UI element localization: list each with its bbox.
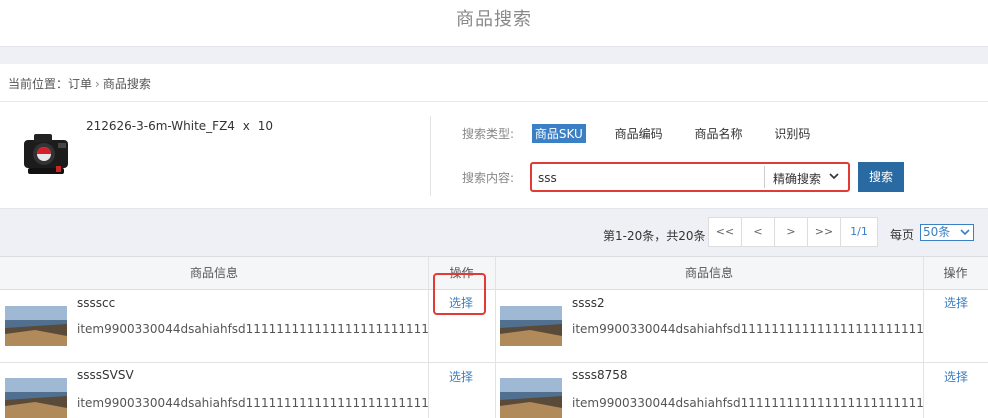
col-header-info-left: 商品信息 [0,257,428,290]
product-name-cell: ssss8758 [572,368,628,382]
product-thumbnail [5,378,67,418]
product-item-code: item9900330044dsahiahfsd1111111111111111… [77,396,429,410]
search-content-label: 搜索内容: [462,171,515,185]
search-type-label: 搜索类型: [462,127,515,141]
breadcrumb-prefix: 当前位置： [8,77,69,91]
search-box: 精确搜索 [530,162,850,192]
search-mode-value: 精确搜索 [773,172,822,186]
column-divider [495,257,496,418]
pager-first-button[interactable]: << [709,218,742,246]
search-type-group: 搜索类型: 商品SKU 商品编码 商品名称 识别码 [462,124,835,144]
per-page-label: 每页 [890,228,915,242]
search-type-code[interactable]: 商品编码 [612,124,666,143]
chevron-down-icon [829,173,839,180]
product-sku: 212626-3-6m-White_FZ4 [86,119,235,133]
product-thumbnail [5,306,67,346]
product-qty: 10 [257,119,273,133]
product-item-code: item9900330044dsahiahfsd1111111111111111… [572,396,924,410]
search-type-sku[interactable]: 商品SKU [531,124,586,143]
pager-current-page: 1/1 [850,225,868,238]
breadcrumb-item-product-search: 商品搜索 [102,77,151,91]
col-header-info-right: 商品信息 [495,257,923,290]
product-name-cell: ssss2 [572,296,605,310]
search-mode-select[interactable]: 精确搜索 [764,166,844,188]
product-qty-prefix: x [242,119,250,133]
select-link[interactable]: 选择 [449,368,473,385]
select-link[interactable]: 选择 [944,368,968,385]
product-name-cell: sssscc [77,296,116,310]
product-item-code: item9900330044dsahiahfsd1111111111111111… [77,322,429,336]
product-search-panel: 212626-3-6m-White_FZ4 x 10 搜索类型: 商品SKU 商… [0,102,988,208]
product-name: 212626-3-6m-White_FZ4 x 10 [86,119,273,133]
per-page-select[interactable]: 50条 [920,224,974,241]
search-button[interactable]: 搜索 [858,162,904,192]
search-type-identifier[interactable]: 识别码 [771,124,813,143]
product-name-cell: ssssSVSV [77,368,134,382]
product-thumbnail [500,378,562,418]
page-title: 商品搜索 [456,9,532,30]
pager: << < > >> 1/1 [708,217,878,247]
pager-prev-button[interactable]: < [742,218,775,246]
select-link[interactable]: 选择 [944,294,968,311]
search-input[interactable] [538,168,760,188]
panel-divider [430,116,431,196]
page-header: 商品搜索 [0,0,988,46]
pager-last-button[interactable]: >> [808,218,841,246]
product-item-code: item9900330044dsahiahfsd1111111111111111… [572,322,924,336]
chevron-down-icon [960,229,970,236]
col-header-action-right: 操作 [923,257,988,290]
camera-product-image [24,134,68,174]
breadcrumb-item-orders[interactable]: 订单 [68,75,92,92]
annotation-highlight-box [433,273,486,315]
breadcrumb: 当前位置：订单 › 商品搜索 [0,64,988,102]
header-divider-band [0,46,988,64]
search-type-name[interactable]: 商品名称 [692,124,746,143]
column-divider [428,257,429,418]
row-divider [0,362,988,363]
per-page-value: 50条 [923,225,951,239]
column-divider [923,257,924,418]
pager-next-button[interactable]: > [775,218,808,246]
pagination-bar: 第1-20条，共20条 << < > >> 1/1 每页 50条 [0,208,988,256]
results-table: 商品信息 操作 商品信息 操作 sssscc item9900330044dsa… [0,256,988,418]
breadcrumb-separator: › [95,77,100,91]
product-thumbnail [500,306,562,346]
page-info: 第1-20条，共20条 [603,229,706,243]
